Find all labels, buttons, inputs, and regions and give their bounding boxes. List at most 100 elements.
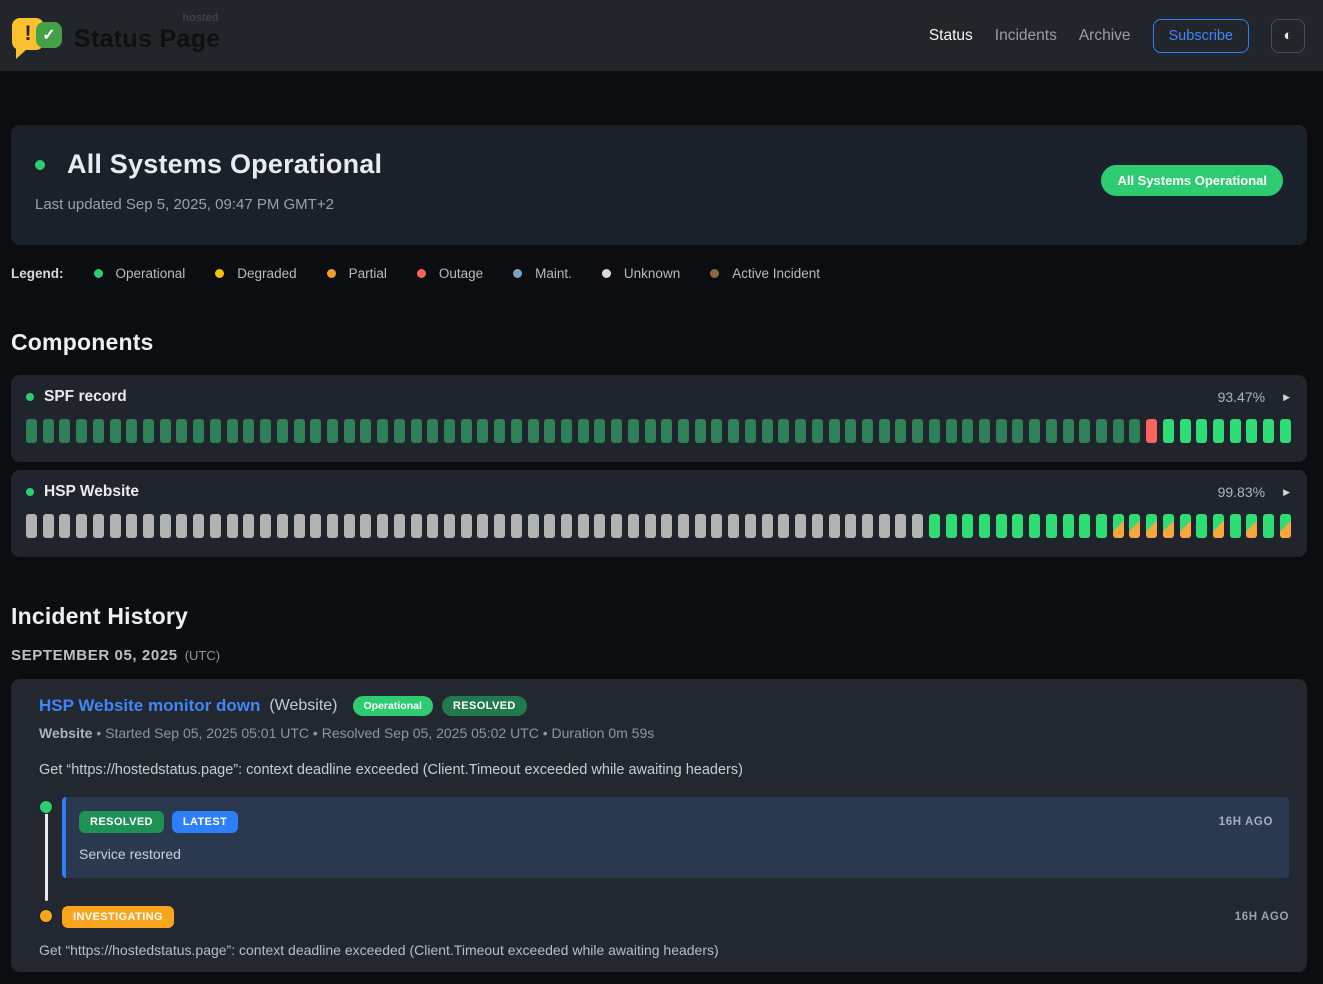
- uptime-bar[interactable]: [1063, 514, 1074, 538]
- uptime-bar[interactable]: [1196, 419, 1207, 443]
- uptime-bar[interactable]: [310, 514, 321, 538]
- uptime-bar[interactable]: [360, 514, 371, 538]
- uptime-bar[interactable]: [728, 514, 739, 538]
- uptime-bar[interactable]: [243, 514, 254, 538]
- uptime-bar[interactable]: [176, 514, 187, 538]
- uptime-bar[interactable]: [979, 419, 990, 443]
- uptime-bar[interactable]: [695, 514, 706, 538]
- uptime-bar[interactable]: [812, 419, 823, 443]
- theme-toggle-button[interactable]: ◐: [1271, 19, 1305, 53]
- uptime-bar[interactable]: [628, 419, 639, 443]
- uptime-bar[interactable]: [26, 514, 37, 538]
- uptime-bar[interactable]: [762, 419, 773, 443]
- uptime-bar[interactable]: [427, 419, 438, 443]
- uptime-bar[interactable]: [26, 419, 37, 443]
- uptime-bar[interactable]: [1029, 419, 1040, 443]
- uptime-bar[interactable]: [778, 514, 789, 538]
- nav-link-archive[interactable]: Archive: [1079, 27, 1131, 45]
- uptime-bar[interactable]: [1113, 419, 1124, 443]
- nav-link-incidents[interactable]: Incidents: [995, 27, 1057, 45]
- brand[interactable]: ! ✓ hosted Status Page: [12, 13, 220, 59]
- uptime-bar[interactable]: [645, 419, 656, 443]
- uptime-bar[interactable]: [411, 514, 422, 538]
- uptime-bar[interactable]: [745, 514, 756, 538]
- subscribe-button[interactable]: Subscribe: [1153, 19, 1249, 53]
- uptime-bar[interactable]: [1180, 514, 1191, 538]
- uptime-bar[interactable]: [829, 514, 840, 538]
- expand-arrow-icon[interactable]: ▶: [1281, 485, 1292, 500]
- uptime-bar[interactable]: [829, 419, 840, 443]
- uptime-bar[interactable]: [411, 419, 422, 443]
- uptime-bar[interactable]: [477, 419, 488, 443]
- uptime-bar[interactable]: [1129, 514, 1140, 538]
- uptime-bar[interactable]: [912, 514, 923, 538]
- uptime-bar[interactable]: [695, 419, 706, 443]
- uptime-bar[interactable]: [996, 514, 1007, 538]
- uptime-bar[interactable]: [461, 514, 472, 538]
- uptime-bar[interactable]: [377, 419, 388, 443]
- uptime-bar[interactable]: [277, 514, 288, 538]
- uptime-bar[interactable]: [594, 514, 605, 538]
- uptime-bar[interactable]: [845, 419, 856, 443]
- uptime-bar[interactable]: [1146, 514, 1157, 538]
- uptime-bar[interactable]: [962, 514, 973, 538]
- uptime-bar[interactable]: [110, 514, 121, 538]
- uptime-bar[interactable]: [962, 419, 973, 443]
- uptime-bar[interactable]: [1213, 514, 1224, 538]
- uptime-bar[interactable]: [427, 514, 438, 538]
- uptime-bar[interactable]: [795, 514, 806, 538]
- uptime-bar[interactable]: [594, 419, 605, 443]
- incident-title-link[interactable]: HSP Website monitor down: [39, 696, 260, 716]
- uptime-bar[interactable]: [661, 419, 672, 443]
- uptime-bar[interactable]: [862, 419, 873, 443]
- uptime-bar[interactable]: [227, 419, 238, 443]
- uptime-bar[interactable]: [1129, 419, 1140, 443]
- uptime-bar[interactable]: [1280, 514, 1291, 538]
- uptime-bar[interactable]: [1163, 419, 1174, 443]
- uptime-bar[interactable]: [511, 419, 522, 443]
- uptime-bar[interactable]: [93, 419, 104, 443]
- uptime-bar[interactable]: [394, 419, 405, 443]
- uptime-bar[interactable]: [1096, 514, 1107, 538]
- uptime-bar[interactable]: [176, 419, 187, 443]
- uptime-bar[interactable]: [344, 514, 355, 538]
- uptime-bar[interactable]: [1012, 419, 1023, 443]
- uptime-bar[interactable]: [946, 514, 957, 538]
- uptime-bar[interactable]: [444, 419, 455, 443]
- uptime-bar[interactable]: [1230, 514, 1241, 538]
- uptime-bar[interactable]: [929, 419, 940, 443]
- uptime-bar[interactable]: [1063, 419, 1074, 443]
- uptime-bar[interactable]: [1180, 419, 1191, 443]
- uptime-bar[interactable]: [126, 514, 137, 538]
- uptime-bar[interactable]: [1230, 419, 1241, 443]
- uptime-bar[interactable]: [210, 514, 221, 538]
- uptime-bar[interactable]: [879, 419, 890, 443]
- uptime-bar[interactable]: [126, 419, 137, 443]
- uptime-bar[interactable]: [1246, 419, 1257, 443]
- uptime-bar[interactable]: [143, 514, 154, 538]
- uptime-bar[interactable]: [494, 514, 505, 538]
- uptime-bar[interactable]: [1096, 419, 1107, 443]
- uptime-bar[interactable]: [661, 514, 672, 538]
- uptime-bar[interactable]: [912, 419, 923, 443]
- uptime-bar[interactable]: [1046, 514, 1057, 538]
- uptime-bar[interactable]: [544, 514, 555, 538]
- uptime-bar[interactable]: [1046, 419, 1057, 443]
- uptime-bar[interactable]: [845, 514, 856, 538]
- uptime-bar[interactable]: [444, 514, 455, 538]
- uptime-bar[interactable]: [862, 514, 873, 538]
- uptime-bar[interactable]: [611, 419, 622, 443]
- uptime-bar[interactable]: [762, 514, 773, 538]
- uptime-bar[interactable]: [611, 514, 622, 538]
- uptime-bar[interactable]: [377, 514, 388, 538]
- uptime-bar[interactable]: [143, 419, 154, 443]
- uptime-bar[interactable]: [1196, 514, 1207, 538]
- uptime-bar[interactable]: [711, 419, 722, 443]
- uptime-bar[interactable]: [59, 514, 70, 538]
- uptime-bar[interactable]: [1263, 514, 1274, 538]
- uptime-bar[interactable]: [461, 419, 472, 443]
- uptime-bar[interactable]: [394, 514, 405, 538]
- uptime-bar[interactable]: [979, 514, 990, 538]
- uptime-bar[interactable]: [812, 514, 823, 538]
- uptime-bar[interactable]: [895, 514, 906, 538]
